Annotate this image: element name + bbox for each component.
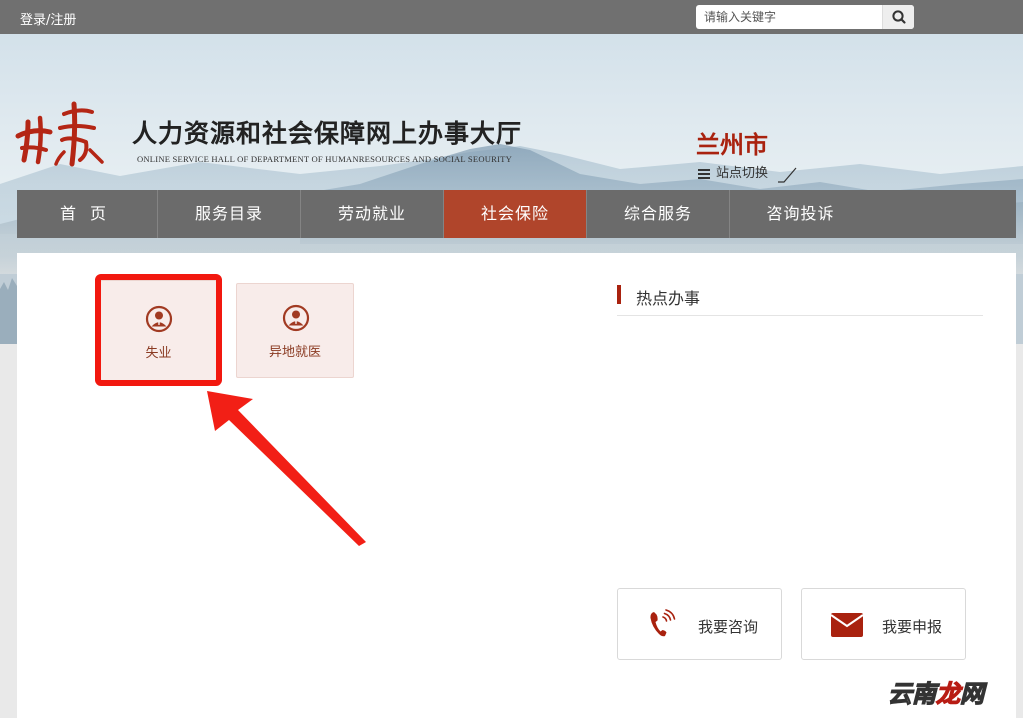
site-subtitle: ONLINE SERVICE HALL OF DEPARTMENT OF HUM… <box>137 154 512 164</box>
city-name: 兰州市 <box>696 131 768 159</box>
gansu-calligraphy-logo <box>15 101 104 167</box>
highlight-annotation-box <box>95 274 222 386</box>
watermark-part-3: 网 <box>959 679 984 708</box>
login-register-link[interactable]: 登录/注册 <box>20 9 76 28</box>
site-switch-label: 站点切换 <box>716 166 769 181</box>
top-bar: 登录/注册 <box>0 0 1023 34</box>
search-box <box>696 5 914 29</box>
nav-item-service-catalog[interactable]: 服务目录 <box>158 190 301 238</box>
envelope-icon <box>831 613 863 637</box>
hot-title-accent-bar <box>617 285 621 304</box>
nav-item-general-services[interactable]: 综合服务 <box>587 190 730 238</box>
hot-title-divider <box>617 315 983 316</box>
slash-decoration <box>778 167 797 183</box>
nav-item-social-insurance[interactable]: 社会保险 <box>444 190 587 238</box>
main-nav: 首页 服务目录 劳动就业 社会保险 综合服务 咨询投诉 <box>17 190 1016 238</box>
search-input[interactable] <box>696 5 882 29</box>
nav-item-home[interactable]: 首页 <box>17 190 158 238</box>
service-card-remote-medical[interactable]: 异地就医 <box>236 283 354 378</box>
nav-item-labor-employment[interactable]: 劳动就业 <box>301 190 444 238</box>
declare-button[interactable]: 我要申报 <box>801 588 966 660</box>
watermark-part-1: 云南 <box>887 679 936 708</box>
site-switch-link[interactable]: 站点切换 <box>698 162 797 184</box>
service-label-remote-medical: 异地就医 <box>268 345 321 360</box>
menu-icon <box>698 168 710 179</box>
search-icon <box>892 10 906 24</box>
search-button[interactable] <box>882 5 914 29</box>
declare-label: 我要申报 <box>882 618 943 636</box>
watermark-part-2: 龙 <box>935 679 960 708</box>
consult-button[interactable]: 我要咨询 <box>617 588 782 660</box>
hot-services-title: 热点办事 <box>636 289 701 308</box>
phone-icon <box>650 609 676 637</box>
person-icon <box>282 304 310 332</box>
consult-label: 我要咨询 <box>698 618 759 636</box>
site-watermark: 云南龙网 <box>887 674 984 709</box>
nav-item-consult-complain[interactable]: 咨询投诉 <box>730 190 871 238</box>
site-title: 人力资源和社会保障网上办事大厅 <box>132 119 523 148</box>
